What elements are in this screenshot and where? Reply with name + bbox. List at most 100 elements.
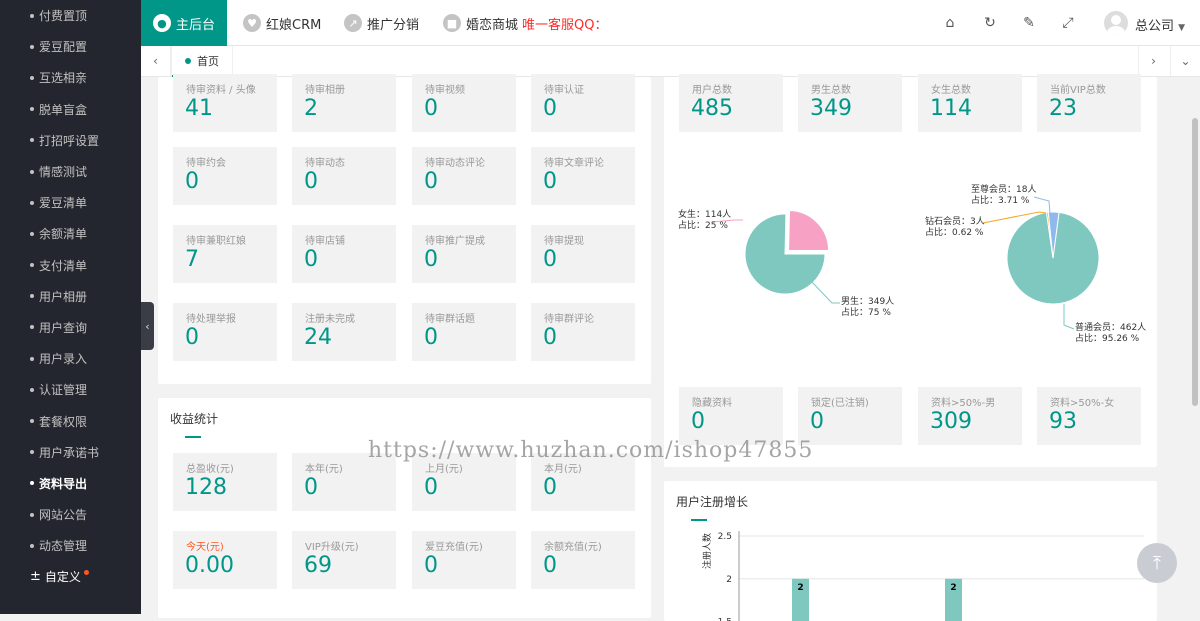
stat-card[interactable]: 待审动态 0 <box>292 147 396 205</box>
sidebar-item-mutual-match[interactable]: 互选相亲 <box>0 62 141 93</box>
stat-value: 0 <box>304 247 318 272</box>
stat-card[interactable]: 今天(元) 0.00 <box>173 531 277 589</box>
refresh-icon[interactable]: ↻ <box>980 12 1000 34</box>
sidebar-item-user-album[interactable]: 用户相册 <box>0 281 141 312</box>
stat-card[interactable]: 余额充值(元) 0 <box>531 531 635 589</box>
stat-card[interactable]: 待审推广提成 0 <box>412 225 516 283</box>
collapse-sidebar-button[interactable]: ‹ <box>141 302 154 350</box>
stat-card[interactable]: 待审兼职红娘 7 <box>173 225 277 283</box>
tab-matchmaker-crm[interactable]: ♥ 红娘CRM <box>243 0 321 46</box>
sidebar-item-label: 资料导出 <box>39 476 88 491</box>
sidebar-item-label: 用户录入 <box>39 352 88 367</box>
stat-card[interactable]: 待审约会 0 <box>173 147 277 205</box>
stat-label: VIP升级(元) <box>305 542 359 553</box>
home-icon[interactable]: ⌂ <box>940 12 960 34</box>
stat-card[interactable]: 待审群评论 0 <box>531 303 635 361</box>
sidebar-item-announcements[interactable]: 网站公告 <box>0 499 141 530</box>
y-tick-label: 2.5 <box>718 532 732 542</box>
watermark: https://www.huzhan.com/ishop47855 <box>368 438 814 463</box>
stat-card[interactable]: 待审文章评论 0 <box>531 147 635 205</box>
sidebar-item-aidou-list[interactable]: 爱豆清单 <box>0 187 141 218</box>
sidebar-item-data-export[interactable]: 资料导出 <box>0 468 141 499</box>
clear-cache-icon[interactable]: ✎ <box>1019 12 1039 34</box>
sidebar-item-label: 打招呼设置 <box>39 133 100 148</box>
customer-service-notice: 唯一客服QQ： <box>522 17 608 33</box>
sidebar-item-label: 自定义 <box>44 570 81 585</box>
notification-dot <box>83 570 89 576</box>
caret-down-icon: ▼ <box>1178 23 1186 33</box>
stat-card[interactable]: 待审视频 0 <box>412 74 516 132</box>
stat-card[interactable]: 待审群话题 0 <box>412 303 516 361</box>
back-to-top-button[interactable]: ⤒ <box>1137 543 1177 583</box>
stat-card[interactable]: 待审提现 0 <box>531 225 635 283</box>
sidebar-item-package-permissions[interactable]: 套餐权限 <box>0 405 141 436</box>
sidebar-item-label: 脱单盲盒 <box>39 102 88 117</box>
review-panel: 待审资料 / 头像 41 待审相册 2 待审视频 0 待审认证 0 待审约会 0 待审动态… <box>158 74 651 384</box>
stat-value: 0 <box>543 475 557 500</box>
tabs-prev-button[interactable]: ‹ <box>141 46 171 76</box>
active-dot-icon <box>185 58 191 64</box>
title-underline <box>185 436 201 438</box>
sidebar-item-paid-top[interactable]: 付费置顶 <box>0 0 141 31</box>
pie-label-line: 男生：349人 <box>841 297 895 307</box>
tabs-menu-button[interactable]: ⌄ <box>1170 46 1200 76</box>
shop-icon: ■ <box>443 14 461 32</box>
sidebar-item-user-entry[interactable]: 用户录入 <box>0 343 141 374</box>
sidebar-item-emotion-test[interactable]: 情感测试 <box>0 156 141 187</box>
sidebar-item-greeting-settings[interactable]: 打招呼设置 <box>0 125 141 156</box>
pie-slice-女生[interactable] <box>788 210 830 252</box>
stat-value: 0 <box>810 409 824 434</box>
sidebar-item-user-query[interactable]: 用户查询 <box>0 312 141 343</box>
bar-data-label: 2 <box>950 583 956 593</box>
pie-label-line: 普通会员：462人 <box>1075 323 1147 333</box>
chevron-right-icon: › <box>1151 54 1156 68</box>
sidebar-item-balance-list[interactable]: 余额清单 <box>0 218 141 249</box>
stat-label: 待处理举报 <box>186 314 236 325</box>
stat-value: 0 <box>185 325 199 350</box>
stat-card[interactable]: 待审相册 2 <box>292 74 396 132</box>
sidebar-item-custom[interactable]: ± 自定义 <box>0 561 141 592</box>
tab-promotion[interactable]: ↗ 推广分销 <box>344 0 419 46</box>
stat-card[interactable]: 待处理举报 0 <box>173 303 277 361</box>
stat-card[interactable]: VIP升级(元) 69 <box>292 531 396 589</box>
scrollbar[interactable] <box>1192 118 1198 406</box>
stat-card[interactable]: 爱豆充值(元) 0 <box>412 531 516 589</box>
tab-label: 婚恋商城 <box>466 17 519 33</box>
stat-value: 2 <box>304 96 318 121</box>
tab-home[interactable]: 首页 <box>171 46 233 77</box>
sidebar-item-payment-list[interactable]: 支付清单 <box>0 250 141 281</box>
stat-card[interactable]: 资料>50%-女 93 <box>1037 387 1141 445</box>
sidebar-item-label: 用户相册 <box>39 289 88 304</box>
sidebar-item-user-pledge[interactable]: 用户承诺书 <box>0 437 141 468</box>
sidebar-item-label: 认证管理 <box>39 383 88 398</box>
bar-data-label: 2 <box>797 583 803 593</box>
sidebar-item-label: 网站公告 <box>39 508 88 523</box>
stat-card[interactable]: 资料>50%-男 309 <box>918 387 1022 445</box>
fullscreen-icon[interactable]: ⤢ <box>1058 12 1078 34</box>
stat-card[interactable]: 隐藏资料 0 <box>679 387 783 445</box>
tab-home-label: 首页 <box>197 55 219 68</box>
stat-card[interactable]: 待审动态评论 0 <box>412 147 516 205</box>
user-menu[interactable]: 总公司 ▼ <box>1135 15 1185 34</box>
heart-icon: ♥ <box>243 14 261 32</box>
stat-card[interactable]: 待审店铺 0 <box>292 225 396 283</box>
stat-card[interactable]: 注册未完成 24 <box>292 303 396 361</box>
stat-card[interactable]: 锁定(已注销) 0 <box>798 387 902 445</box>
stat-card[interactable]: 待审资料 / 头像 41 <box>173 74 277 132</box>
tab-label: 主后台 <box>175 17 215 33</box>
stat-value: 0.00 <box>185 553 234 578</box>
stat-label: 待审动态 <box>305 158 345 169</box>
tab-mall[interactable]: ■ 婚恋商城 唯一客服QQ： <box>443 0 607 46</box>
sidebar-item-aidou-config[interactable]: 爱豆配置 <box>0 31 141 62</box>
stat-card[interactable]: 总盈收(元) 128 <box>173 453 277 511</box>
sidebar-item-blind-box[interactable]: 脱单盲盒 <box>0 94 141 125</box>
stat-value: 0 <box>543 96 557 121</box>
stat-card[interactable]: 待审认证 0 <box>531 74 635 132</box>
tab-main-backend[interactable]: ● 主后台 <box>141 0 227 46</box>
sidebar-item-verification[interactable]: 认证管理 <box>0 374 141 405</box>
tabs-next-button[interactable]: › <box>1138 46 1168 76</box>
sidebar-item-label: 爱豆清单 <box>39 196 88 211</box>
avatar[interactable] <box>1104 11 1128 35</box>
stat-value: 69 <box>304 553 332 578</box>
sidebar-item-moments[interactable]: 动态管理 <box>0 530 141 561</box>
